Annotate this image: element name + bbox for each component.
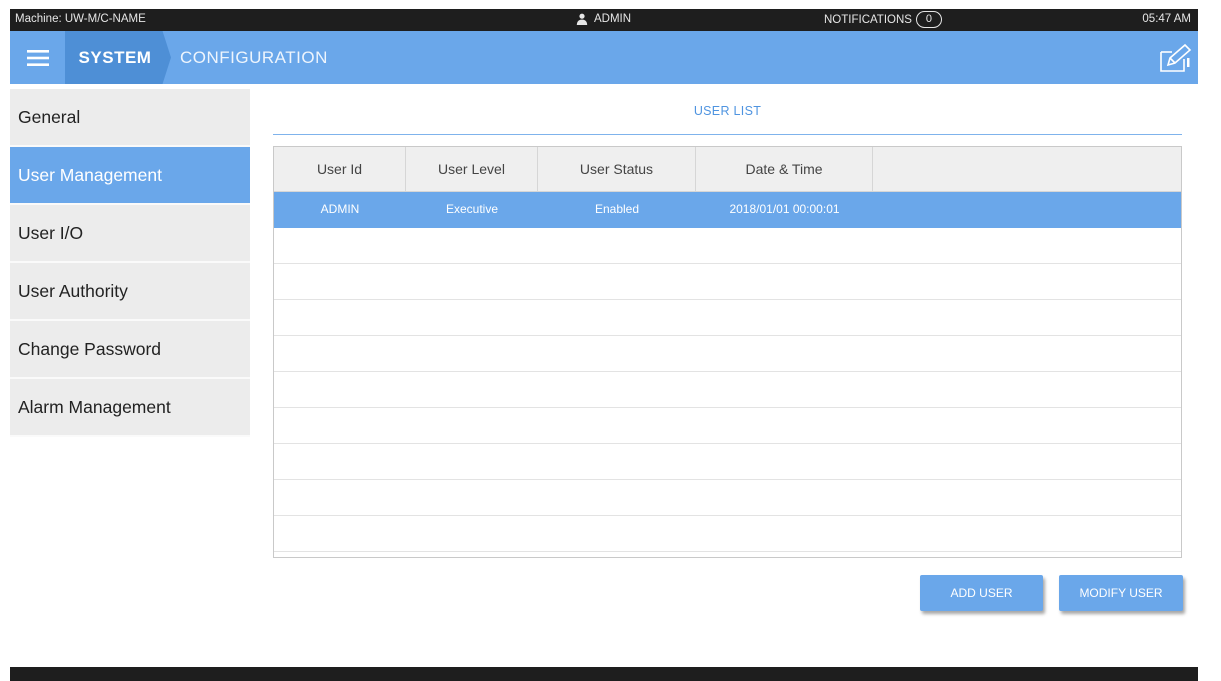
footer-bar — [10, 667, 1198, 681]
page-title: USER LIST — [693, 104, 762, 118]
clock: 05:47 AM — [1142, 13, 1191, 25]
status-bar: Machine: UW-M/C-NAME ADMIN NOTIFICATIONS… — [10, 9, 1198, 31]
sidebar-item-user-management[interactable]: User Management — [10, 147, 250, 205]
table-header: User Id User Level User Status Date & Ti… — [274, 147, 1181, 192]
machine-name: Machine: UW-M/C-NAME — [15, 13, 146, 25]
edit-icon[interactable] — [1158, 43, 1192, 73]
sidebar-item-alarm-management[interactable]: Alarm Management — [10, 379, 250, 437]
table-row-empty[interactable] — [274, 336, 1181, 372]
column-header-user-status[interactable]: User Status — [538, 147, 696, 191]
breadcrumb-configuration: CONFIGURATION — [180, 48, 328, 67]
cell-date-time: 2018/01/01 00:00:01 — [729, 202, 840, 216]
sidebar-item-change-password[interactable]: Change Password — [10, 321, 250, 379]
table-row-empty[interactable] — [274, 408, 1181, 444]
cell-user-status: Enabled — [594, 202, 640, 216]
sidebar: General User Management User I/O User Au… — [10, 89, 250, 437]
menu-button[interactable] — [10, 31, 65, 84]
notifications-label: NOTIFICATIONS — [824, 13, 912, 26]
sidebar-item-general[interactable]: General — [10, 89, 250, 147]
column-header-date-time[interactable]: Date & Time — [696, 147, 873, 191]
column-header-blank — [873, 147, 1181, 191]
column-header-user-level[interactable]: User Level — [406, 147, 538, 191]
current-user: ADMIN — [576, 13, 631, 25]
hamburger-icon — [26, 49, 49, 66]
table-row-empty[interactable] — [274, 480, 1181, 516]
cell-user-id: ADMIN — [320, 202, 360, 216]
user-table: User Id User Level User Status Date & Ti… — [273, 146, 1182, 558]
breadcrumb-system[interactable]: SYSTEM — [65, 31, 171, 84]
notifications[interactable]: NOTIFICATIONS 0 — [824, 11, 942, 28]
title-divider — [273, 134, 1182, 135]
current-user-label: ADMIN — [594, 13, 632, 25]
table-row-empty[interactable] — [274, 300, 1181, 336]
cell-blank — [873, 192, 1181, 227]
header-bar: SYSTEM CONFIGURATION — [10, 31, 1198, 84]
table-row-empty[interactable] — [274, 264, 1181, 300]
sidebar-item-user-io[interactable]: User I/O — [10, 205, 250, 263]
column-header-user-id[interactable]: User Id — [274, 147, 406, 191]
cell-user-level: Executive — [445, 202, 499, 216]
sidebar-item-user-authority[interactable]: User Authority — [10, 263, 250, 321]
add-user-button[interactable]: ADD USER — [920, 575, 1043, 611]
table-row-empty[interactable] — [274, 372, 1181, 408]
table-row-empty[interactable] — [274, 516, 1181, 552]
table-row-empty[interactable] — [274, 444, 1181, 480]
user-icon — [576, 13, 588, 25]
table-row[interactable]: ADMIN Executive Enabled 2018/01/01 00:00… — [274, 192, 1181, 228]
table-row-empty[interactable] — [274, 228, 1181, 264]
notifications-count-badge: 0 — [915, 11, 942, 28]
modify-user-button[interactable]: MODIFY USER — [1059, 575, 1183, 611]
